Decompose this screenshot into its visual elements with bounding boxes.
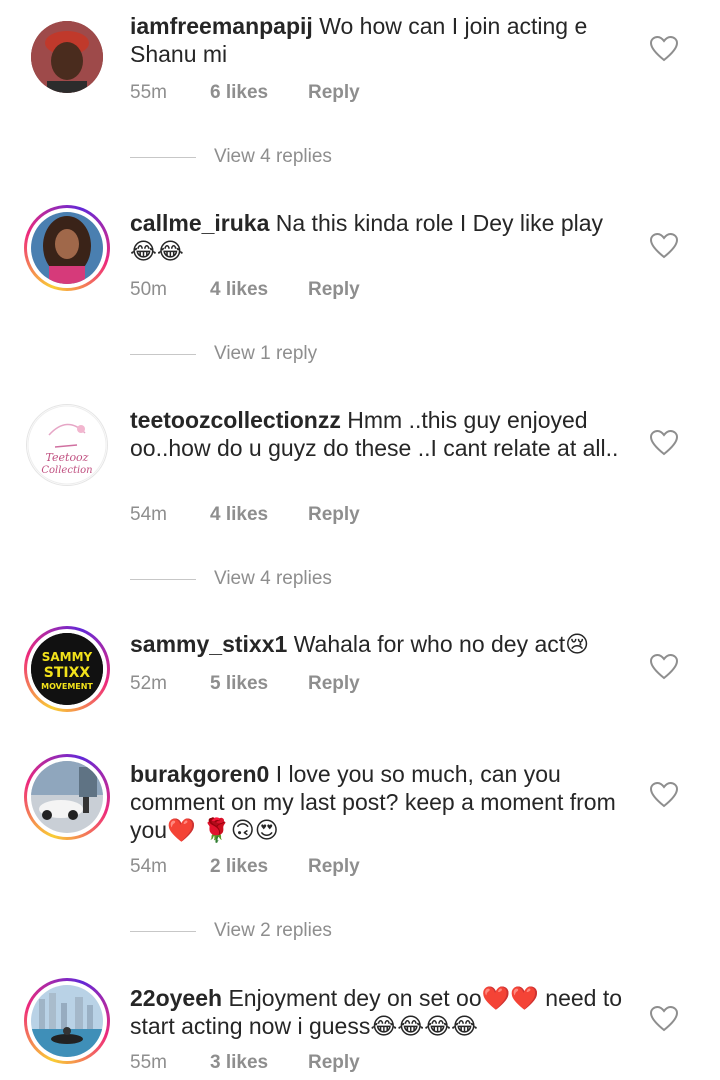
comment-item: callme_iruka Na this kinda role I Dey li…: [0, 197, 720, 387]
car-photo-icon: [31, 761, 103, 833]
view-replies-button[interactable]: View 2 replies: [130, 920, 332, 942]
divider-line: [130, 353, 196, 355]
reply-button[interactable]: Reply: [308, 856, 360, 878]
comment-username[interactable]: burakgoren0: [130, 761, 269, 787]
comment-text: teetoozcollectionzz Hmm ..this guy enjoy…: [130, 406, 625, 462]
comment-text: sammy_stixx1 Wahala for who no dey act😢: [130, 630, 625, 658]
comment-meta: 50m 4 likes Reply: [130, 279, 360, 301]
person-avatar-icon: [31, 21, 103, 93]
svg-text:MOVEMENT: MOVEMENT: [41, 682, 93, 691]
comment-time: 50m: [130, 279, 167, 300]
comment-likes[interactable]: 2 likes: [210, 856, 308, 878]
reply-button[interactable]: Reply: [308, 504, 360, 526]
comment-username[interactable]: callme_iruka: [130, 210, 269, 236]
svg-text:SAMMY: SAMMY: [42, 650, 93, 664]
comment-username[interactable]: sammy_stixx1: [130, 631, 287, 657]
svg-text:STIXX: STIXX: [44, 665, 91, 681]
comment-username[interactable]: 22oyeeh: [130, 985, 222, 1011]
comment-item: SAMMY STIXX MOVEMENT sammy_stixx1 Wahala…: [0, 618, 720, 738]
svg-text:Teetooz: Teetooz: [46, 451, 89, 464]
reply-button[interactable]: Reply: [308, 279, 360, 301]
divider-line: [130, 578, 196, 580]
comment-likes[interactable]: 4 likes: [210, 279, 308, 301]
comment-text: 22oyeeh Enjoyment dey on set oo❤️❤️ need…: [130, 984, 625, 1040]
comment-meta: 54m 2 likes Reply: [130, 856, 360, 878]
view-replies-label: View 1 reply: [214, 343, 318, 364]
comment-item: iamfreemanpapij Wo how can I join acting…: [0, 0, 720, 190]
comment-text: callme_iruka Na this kinda role I Dey li…: [130, 209, 625, 265]
comment-time: 55m: [130, 1052, 167, 1073]
avatar-ring-gap: SAMMY STIXX MOVEMENT: [27, 629, 107, 709]
avatar[interactable]: [24, 754, 110, 840]
comment-meta: 55m 3 likes Reply: [130, 1052, 360, 1074]
heart-icon[interactable]: [650, 233, 678, 259]
brand-logo-icon: Teetooz Collection: [26, 404, 108, 486]
comment-time: 54m: [130, 856, 167, 877]
comment-text: iamfreemanpapij Wo how can I join acting…: [130, 12, 625, 68]
avatar[interactable]: [24, 14, 110, 100]
comment-time: 52m: [130, 673, 167, 694]
view-replies-label: View 2 replies: [214, 920, 332, 941]
avatar-ring-gap: [27, 757, 107, 837]
avatar[interactable]: Teetooz Collection: [24, 402, 110, 488]
reply-button[interactable]: Reply: [308, 1052, 360, 1074]
jetski-photo-icon: [31, 985, 103, 1057]
avatar[interactable]: [24, 978, 110, 1064]
comment-meta: 55m 6 likes Reply: [130, 82, 360, 104]
heart-icon[interactable]: [650, 782, 678, 808]
brand-logo-icon: SAMMY STIXX MOVEMENT: [31, 633, 103, 705]
heart-icon[interactable]: [650, 430, 678, 456]
avatar[interactable]: SAMMY STIXX MOVEMENT: [24, 626, 110, 712]
comment-likes[interactable]: 3 likes: [210, 1052, 308, 1074]
view-replies-button[interactable]: View 1 reply: [130, 343, 317, 365]
reply-button[interactable]: Reply: [308, 673, 360, 695]
avatar[interactable]: [24, 205, 110, 291]
view-replies-button[interactable]: View 4 replies: [130, 568, 332, 590]
comment-meta: 52m 5 likes Reply: [130, 673, 360, 695]
comment-likes[interactable]: 6 likes: [210, 82, 308, 104]
avatar-ring-gap: [27, 208, 107, 288]
divider-line: [130, 156, 196, 158]
comment-item: 22oyeeh Enjoyment dey on set oo❤️❤️ need…: [0, 970, 720, 1080]
comment-time: 54m: [130, 504, 167, 525]
comment-body: Wahala for who no dey act😢: [293, 631, 590, 657]
view-replies-label: View 4 replies: [214, 146, 332, 167]
person-avatar-icon: [31, 212, 103, 284]
comment-text: burakgoren0 I love you so much, can you …: [130, 760, 625, 844]
svg-text:Collection: Collection: [41, 465, 92, 476]
avatar-ring-gap: [27, 981, 107, 1061]
comment-username[interactable]: teetoozcollectionzz: [130, 407, 341, 433]
comment-username[interactable]: iamfreemanpapij: [130, 13, 313, 39]
view-replies-button[interactable]: View 4 replies: [130, 146, 332, 168]
divider-line: [130, 930, 196, 932]
comment-likes[interactable]: 5 likes: [210, 673, 308, 695]
heart-icon[interactable]: [650, 1006, 678, 1032]
reply-button[interactable]: Reply: [308, 82, 360, 104]
view-replies-label: View 4 replies: [214, 568, 332, 589]
comment-likes[interactable]: 4 likes: [210, 504, 308, 526]
comment-item: Teetooz Collection teetoozcollectionzz H…: [0, 394, 720, 604]
heart-icon[interactable]: [650, 36, 678, 62]
comment-item: burakgoren0 I love you so much, can you …: [0, 746, 720, 956]
comment-time: 55m: [130, 82, 167, 103]
heart-icon[interactable]: [650, 654, 678, 680]
comment-meta: 54m 4 likes Reply: [130, 504, 360, 526]
